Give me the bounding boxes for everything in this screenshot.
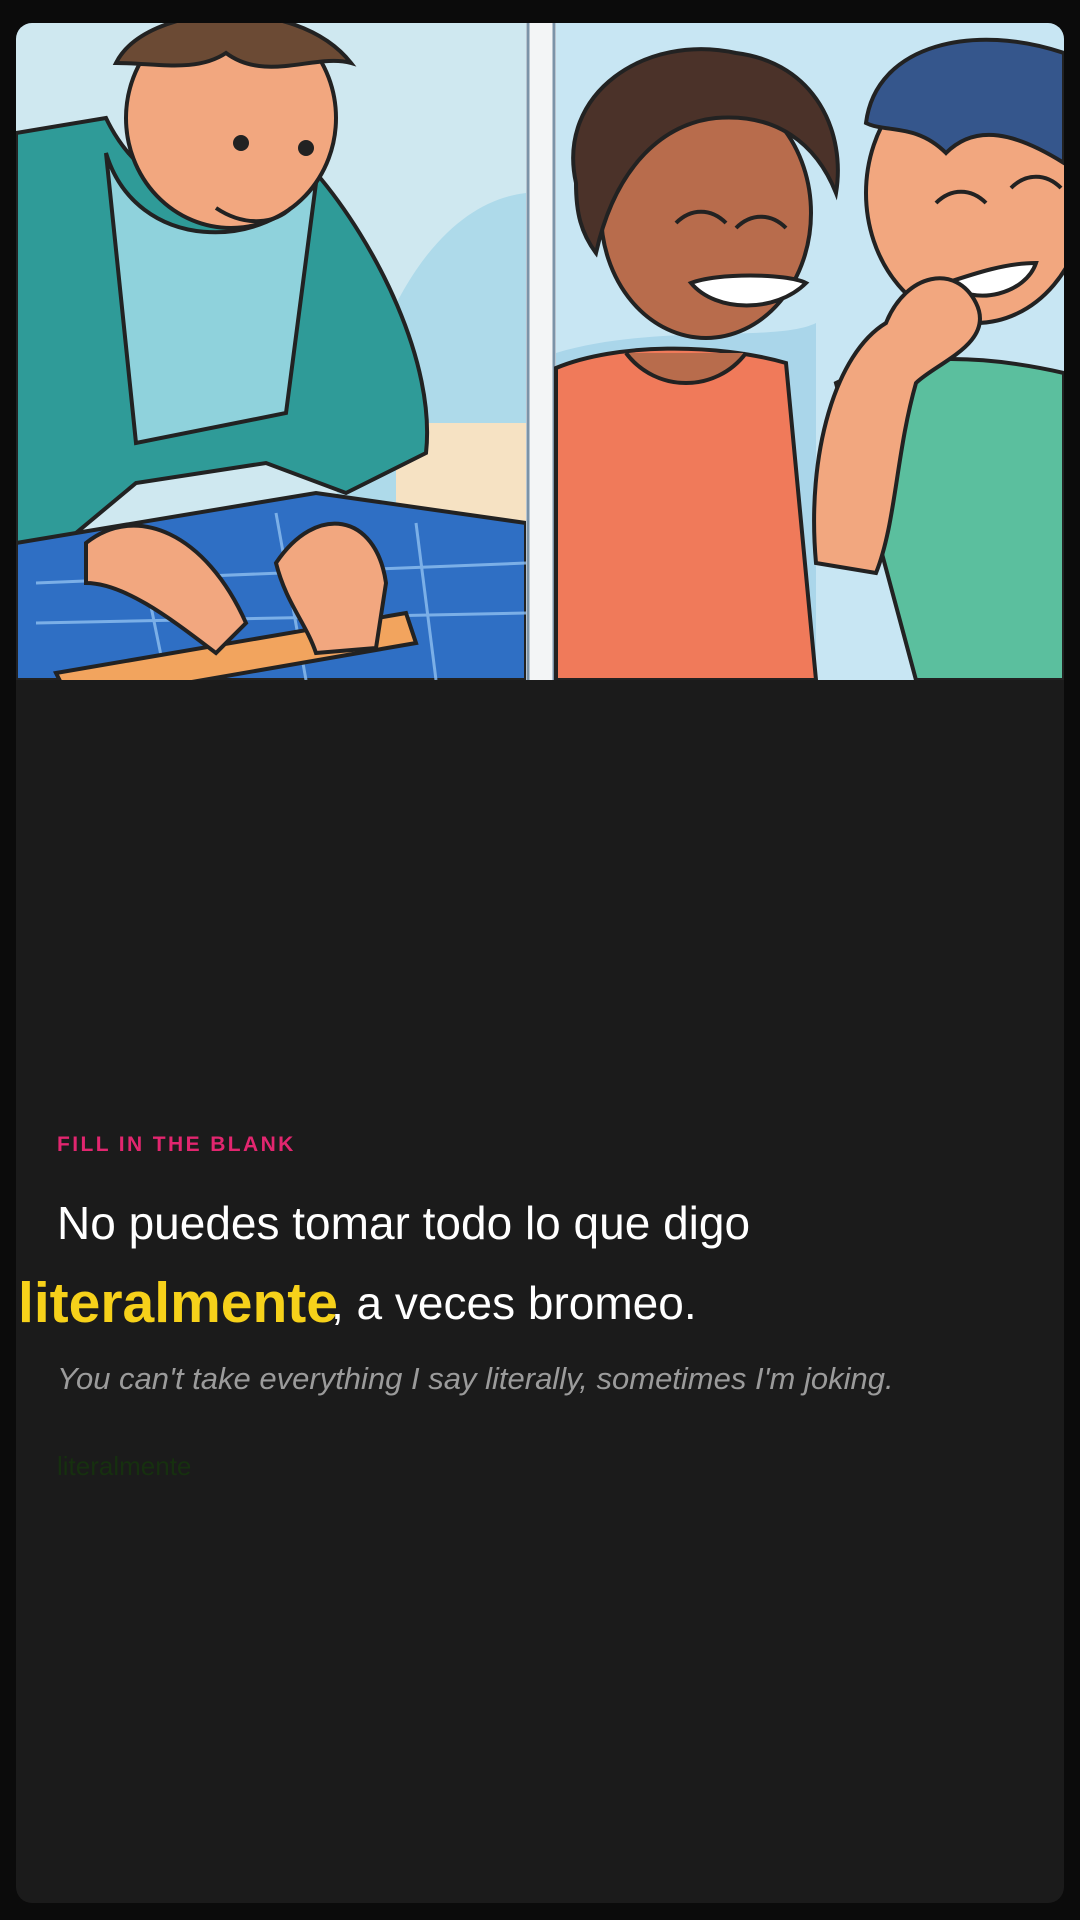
translation-text: You can't take everything I say literall… <box>57 1361 894 1396</box>
sentence-line-2: literalmente , a veces bromeo. <box>16 1263 1064 1343</box>
answer-word: literalmente <box>18 1271 338 1335</box>
sentence-rest: , a veces bromeo. <box>331 1277 697 1329</box>
comic-illustration <box>16 23 1064 680</box>
exercise-card: FILL IN THE BLANK No puedes tomar todo l… <box>16 23 1064 1903</box>
exercise-type-label: FILL IN THE BLANK <box>57 1133 296 1156</box>
sentence-line-1: No puedes tomar todo lo que digo <box>57 1197 751 1249</box>
hint-text: literalmente <box>57 1451 192 1481</box>
